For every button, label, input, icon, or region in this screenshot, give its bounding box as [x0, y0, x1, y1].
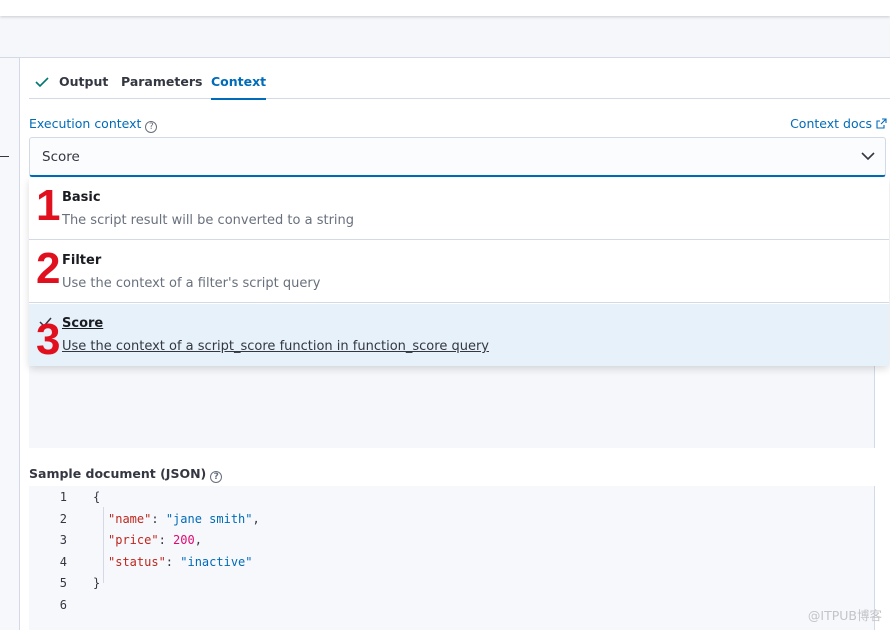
- top-bar: [0, 0, 890, 16]
- option-description: The script result will be converted to a…: [62, 213, 355, 228]
- tab-output-label: Output: [59, 74, 109, 89]
- tab-parameters-label: Parameters: [121, 74, 203, 89]
- line-number: 1: [59, 490, 67, 504]
- scrollbar-track[interactable]: [874, 366, 875, 448]
- check-icon: [35, 77, 49, 88]
- context-panel: Output Parameters Context Execution cont…: [21, 58, 890, 630]
- tab-bar: Output Parameters Context: [29, 58, 890, 100]
- code-line: "status": "inactive": [108, 555, 253, 569]
- code-line: }: [93, 576, 101, 590]
- code-line: "name": "jane smith",: [108, 512, 260, 526]
- code-line: {: [93, 490, 101, 504]
- execution-context-text: Execution context: [29, 116, 142, 131]
- annotation-number: 1: [36, 181, 61, 230]
- question-circle-icon[interactable]: ?: [210, 471, 223, 483]
- context-options-dropdown: Basic The script result will be converte…: [29, 178, 889, 366]
- tab-context[interactable]: Context: [211, 58, 267, 100]
- option-description: Use the context of a filter's script que…: [62, 276, 321, 291]
- option-score[interactable]: Score Use the context of a script_score …: [29, 304, 889, 366]
- context-preview-area: [29, 366, 874, 448]
- json-key: "status": [108, 555, 166, 569]
- line-number: 4: [59, 555, 67, 569]
- json-value: "inactive": [180, 555, 253, 569]
- toolbar-strip: [0, 16, 890, 58]
- option-title: Score: [62, 316, 104, 331]
- json-code-editor[interactable]: 1 2 3 4 5 6 { "name": "jane smith", "pri…: [29, 486, 874, 630]
- chevron-down-icon: [861, 152, 875, 161]
- sample-document-text: Sample document (JSON): [29, 466, 207, 481]
- option-title: Basic: [62, 190, 101, 205]
- indent-guide: [103, 507, 104, 583]
- context-docs-text: Context docs: [790, 116, 872, 131]
- json-comma: ,: [194, 533, 202, 547]
- code-line: "price": 200,: [108, 533, 202, 547]
- json-value: 200: [173, 533, 195, 547]
- json-key: "price": [108, 533, 159, 547]
- json-key: "name": [108, 512, 152, 526]
- sample-document-label: Sample document (JSON)?: [29, 466, 223, 483]
- collapse-dash-icon[interactable]: [0, 156, 9, 157]
- line-number: 3: [59, 533, 67, 547]
- option-title: Filter: [62, 253, 102, 268]
- context-docs-link[interactable]: Context docs: [790, 116, 887, 131]
- tab-context-label: Context: [211, 74, 267, 89]
- line-number: 2: [59, 512, 67, 526]
- question-circle-icon[interactable]: ?: [145, 121, 158, 133]
- json-value: "jane smith": [165, 512, 253, 526]
- line-number: 6: [59, 598, 67, 612]
- execution-context-select[interactable]: Score: [29, 137, 886, 177]
- option-basic[interactable]: Basic The script result will be converte…: [29, 178, 889, 240]
- line-number: 5: [59, 576, 67, 590]
- option-description: Use the context of a script_score functi…: [62, 339, 489, 354]
- watermark: @ITPUB博客: [807, 608, 882, 623]
- annotation-number: 3: [36, 315, 61, 364]
- execution-context-label: Execution context?: [29, 116, 158, 133]
- json-comma: ,: [252, 512, 260, 526]
- option-filter[interactable]: Filter Use the context of a filter's scr…: [29, 241, 889, 303]
- left-panel: [0, 58, 20, 630]
- tab-output[interactable]: Output: [35, 58, 108, 99]
- tab-parameters[interactable]: Parameters: [121, 58, 202, 99]
- annotation-number: 2: [36, 244, 61, 293]
- select-value: Score: [42, 149, 80, 165]
- external-link-icon: [876, 118, 887, 129]
